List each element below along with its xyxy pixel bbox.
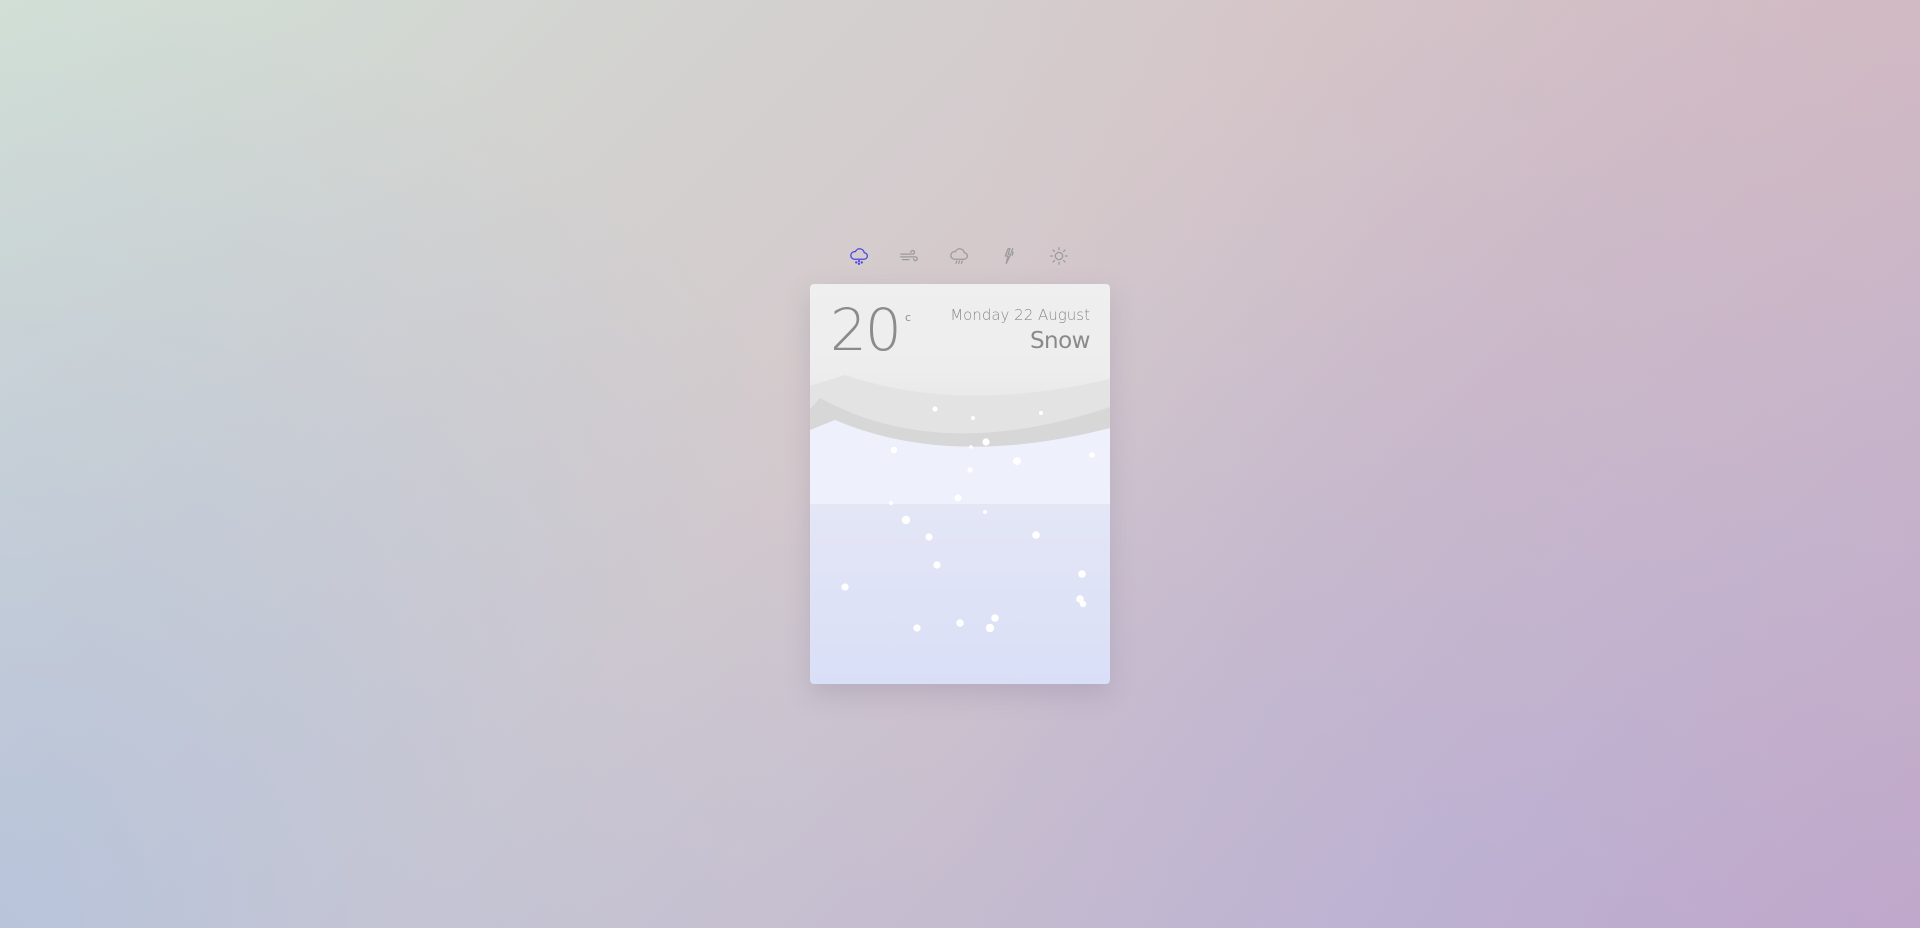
snowflake [954,494,962,502]
thunder-button[interactable] [995,241,1022,271]
snow-button[interactable] [845,241,872,271]
rain-button[interactable] [945,241,972,271]
sun-icon [1049,247,1068,265]
snowflake [1089,452,1095,458]
sun-button[interactable] [1045,241,1072,271]
snowflake [1079,600,1087,608]
snowflake [985,623,995,633]
snowflake [889,501,893,505]
wind-button[interactable] [895,241,922,271]
snowflake [932,406,938,412]
snowflake [1078,570,1086,578]
snow-cloud-icon [849,248,868,265]
snowflake [841,583,849,591]
wind-icon [899,249,918,262]
snowflake [971,416,975,420]
snowflakes [841,406,1095,633]
snowflake [1032,531,1040,539]
snowflake [956,619,964,627]
snowflake [890,446,898,454]
weather-type-nav [845,241,1075,271]
rain-cloud-icon [949,248,968,264]
snowflake [983,510,987,514]
lightning-icon [1004,248,1014,264]
snowflake [925,533,933,541]
snowflake [967,467,973,473]
snowflake [1013,457,1021,465]
snowflake [991,614,999,622]
snowflake [1039,411,1043,415]
snowflake [982,438,990,446]
snowflake [933,561,941,569]
snowflake [913,624,921,632]
weather-card: 20 c Monday 22 August Snow [810,284,1110,684]
snowflake [901,515,911,525]
snowflake [969,445,973,449]
